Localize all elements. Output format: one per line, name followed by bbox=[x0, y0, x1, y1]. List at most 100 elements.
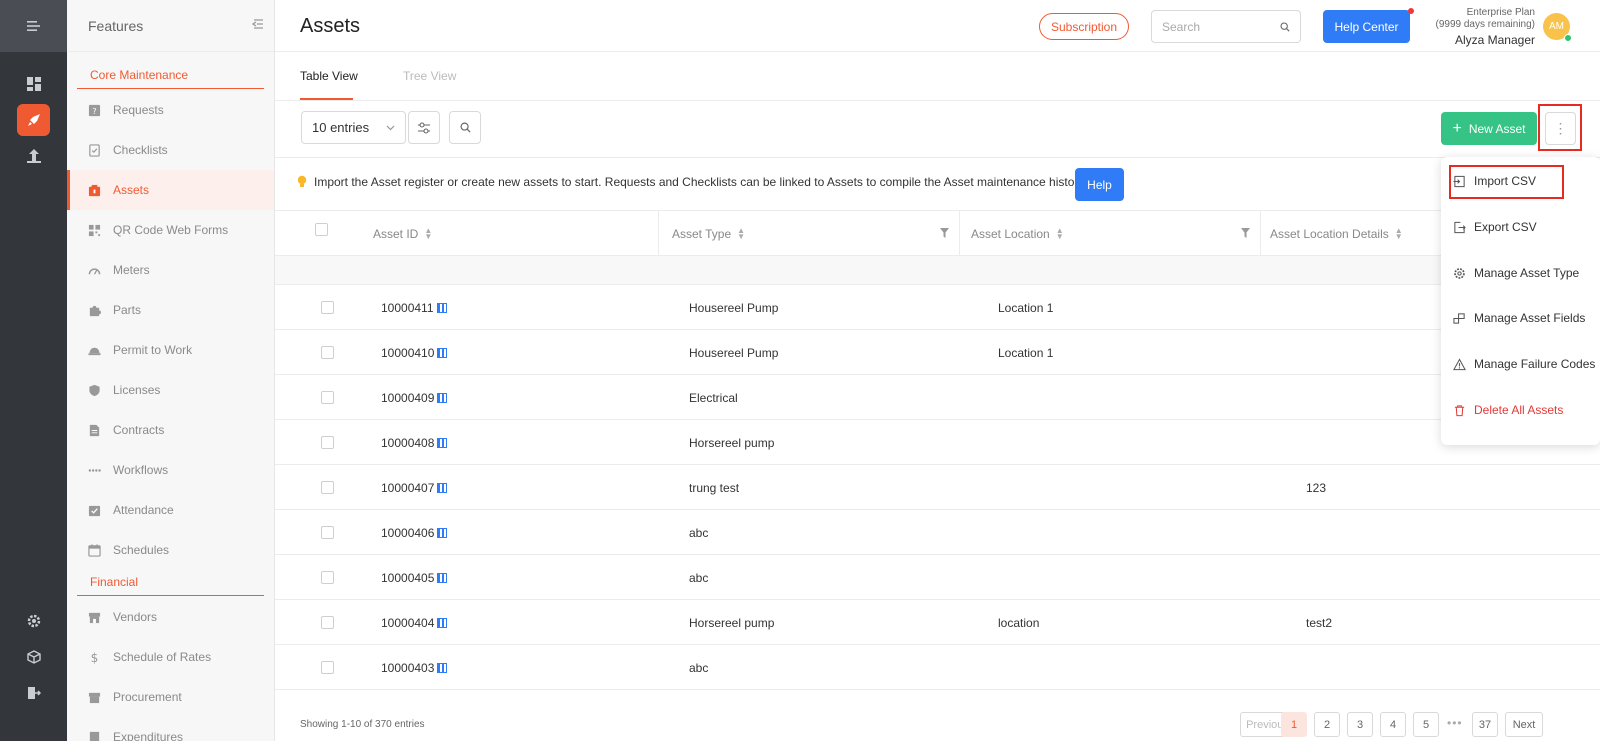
qr-code-icon[interactable] bbox=[437, 348, 448, 358]
qr-code-icon[interactable] bbox=[436, 303, 447, 313]
features-button[interactable] bbox=[17, 104, 50, 136]
table-row[interactable]: 10000406 abc bbox=[275, 510, 1600, 555]
sidebar-item-label: Requests bbox=[113, 103, 164, 117]
asset-id: 10000404 bbox=[381, 616, 435, 630]
sidebar-item-parts[interactable]: Parts bbox=[67, 290, 274, 330]
asset-id-cell[interactable]: 10000406 bbox=[381, 526, 448, 540]
subscription-button[interactable]: Subscription bbox=[1039, 13, 1129, 40]
asset-id-cell[interactable]: 10000407 bbox=[381, 481, 448, 495]
menu-item-delete-all-assets[interactable]: Delete All Assets bbox=[1441, 395, 1600, 425]
sidebar-item-expenditures[interactable]: Expenditures bbox=[67, 717, 274, 741]
search-box[interactable] bbox=[1151, 10, 1301, 43]
sort-icon[interactable]: ▲ ▼ bbox=[1056, 227, 1064, 241]
logout-button[interactable] bbox=[17, 677, 50, 709]
menu-item-manage-asset-type[interactable]: Manage Asset Type bbox=[1441, 258, 1600, 288]
tab-table-view[interactable]: Table View bbox=[300, 69, 358, 83]
user-name[interactable]: Alyza Manager bbox=[1415, 33, 1535, 47]
tab-tree-view[interactable]: Tree View bbox=[403, 69, 456, 83]
asset-id-cell[interactable]: 10000409 bbox=[381, 391, 448, 405]
sidebar-item-schedules[interactable]: Schedules bbox=[67, 530, 274, 570]
asset-id-cell[interactable]: 10000411 bbox=[381, 301, 447, 315]
qr-code-icon[interactable] bbox=[437, 528, 448, 538]
next-page-button[interactable]: Next bbox=[1505, 712, 1543, 737]
checklist-icon bbox=[88, 143, 100, 157]
menu-item-manage-failure-codes[interactable]: Manage Failure Codes bbox=[1441, 349, 1600, 379]
asset-id-cell[interactable]: 10000403 bbox=[381, 661, 448, 675]
help-center-button[interactable]: Help Center bbox=[1323, 10, 1410, 43]
sidebar-item-attendance[interactable]: Attendance bbox=[67, 490, 274, 530]
table-row[interactable]: 10000411 Housereel Pump Location 1 bbox=[275, 285, 1600, 330]
filter-settings-button[interactable] bbox=[408, 111, 440, 144]
row-checkbox[interactable] bbox=[321, 571, 334, 584]
col-asset-type[interactable]: Asset Type ▲ ▼ bbox=[672, 227, 745, 242]
sidebar-item-assets[interactable]: Assets bbox=[67, 170, 274, 210]
filter-icon[interactable] bbox=[940, 228, 949, 238]
asset-id-cell[interactable]: 10000405 bbox=[381, 571, 448, 585]
page-button[interactable]: 1 bbox=[1281, 712, 1307, 737]
row-checkbox[interactable] bbox=[321, 526, 334, 539]
page-button-last[interactable]: 37 bbox=[1472, 712, 1498, 737]
sort-icon[interactable]: ▲ ▼ bbox=[424, 227, 432, 241]
qr-code-icon[interactable] bbox=[437, 663, 448, 673]
row-checkbox[interactable] bbox=[321, 346, 334, 359]
col-asset-location[interactable]: Asset Location ▲ ▼ bbox=[971, 227, 1064, 242]
qr-code-icon[interactable] bbox=[437, 573, 448, 583]
search-icon[interactable] bbox=[1280, 21, 1290, 33]
table-row[interactable]: 10000410 Housereel Pump Location 1 bbox=[275, 330, 1600, 375]
sort-icon[interactable]: ▲ ▼ bbox=[1395, 227, 1403, 241]
qr-code-icon[interactable] bbox=[437, 438, 448, 448]
menu-item-manage-asset-fields[interactable]: Manage Asset Fields bbox=[1441, 303, 1600, 333]
table-row[interactable]: 10000404 Horsereel pump location test2 bbox=[275, 600, 1600, 645]
table-row[interactable]: 10000405 abc bbox=[275, 555, 1600, 600]
sort-icon[interactable]: ▲ ▼ bbox=[737, 227, 745, 241]
row-checkbox[interactable] bbox=[321, 436, 334, 449]
asset-id-cell[interactable]: 10000404 bbox=[381, 616, 448, 630]
table-row[interactable]: 10000409 Electrical bbox=[275, 375, 1600, 420]
sidebar-item-contracts[interactable]: Contracts bbox=[67, 410, 274, 450]
sidebar-item-procurement[interactable]: Procurement bbox=[67, 677, 274, 717]
modules-button[interactable] bbox=[17, 641, 50, 673]
page-button[interactable]: 4 bbox=[1380, 712, 1406, 737]
row-checkbox[interactable] bbox=[321, 391, 334, 404]
settings-button[interactable] bbox=[17, 605, 50, 637]
col-asset-id[interactable]: Asset ID ▲ ▼ bbox=[373, 227, 432, 242]
dashboard-button[interactable] bbox=[17, 68, 50, 100]
asset-id-cell[interactable]: 10000408 bbox=[381, 436, 448, 450]
banner-help-button[interactable]: Help bbox=[1075, 168, 1124, 201]
sidebar-item-qr-code-web-forms[interactable]: QR Code Web Forms bbox=[67, 210, 274, 250]
sidebar-item-licenses[interactable]: Licenses bbox=[67, 370, 274, 410]
page-button[interactable]: 3 bbox=[1347, 712, 1373, 737]
qr-code-icon[interactable] bbox=[437, 618, 448, 628]
menu-item-export-csv[interactable]: Export CSV bbox=[1441, 212, 1600, 242]
entries-select[interactable]: 10 entries bbox=[301, 111, 406, 144]
table-search-button[interactable] bbox=[449, 111, 481, 144]
filter-icon[interactable] bbox=[1241, 228, 1250, 238]
qr-code-icon[interactable] bbox=[437, 483, 448, 493]
sidebar-item-permit-to-work[interactable]: Permit to Work bbox=[67, 330, 274, 370]
sidebar-item-workflows[interactable]: Workflows bbox=[67, 450, 274, 490]
sidebar-item-vendors[interactable]: Vendors bbox=[67, 597, 274, 637]
menu-toggle-button[interactable] bbox=[0, 0, 67, 52]
row-checkbox[interactable] bbox=[321, 661, 334, 674]
page-button[interactable]: 2 bbox=[1314, 712, 1340, 737]
table-row[interactable]: 10000407 trung test 123 bbox=[275, 465, 1600, 510]
table-row[interactable]: 10000408 Horsereel pump bbox=[275, 420, 1600, 465]
search-input[interactable] bbox=[1162, 19, 1272, 34]
qr-code-icon[interactable] bbox=[437, 393, 448, 403]
new-asset-button[interactable]: + New Asset bbox=[1441, 112, 1537, 145]
sidebar-item-checklists[interactable]: Checklists bbox=[67, 130, 274, 170]
table-row[interactable]: 10000403 abc bbox=[275, 645, 1600, 690]
sidebar-item-meters[interactable]: Meters bbox=[67, 250, 274, 290]
row-checkbox[interactable] bbox=[321, 481, 334, 494]
row-checkbox[interactable] bbox=[321, 301, 334, 314]
row-checkbox[interactable] bbox=[321, 616, 334, 629]
collapse-sidebar-icon[interactable] bbox=[251, 18, 264, 33]
asset-id-cell[interactable]: 10000410 bbox=[381, 346, 448, 360]
reports-button[interactable] bbox=[17, 140, 50, 172]
page-button[interactable]: 5 bbox=[1413, 712, 1439, 737]
menu-item-import-csv[interactable]: Import CSV bbox=[1441, 166, 1600, 196]
sidebar-item-schedule-of-rates[interactable]: $ Schedule of Rates bbox=[67, 637, 274, 677]
col-asset-location-details[interactable]: Asset Location Details ▲ ▼ bbox=[1270, 227, 1403, 242]
select-all-checkbox[interactable] bbox=[315, 223, 328, 236]
sidebar-item-requests[interactable]: ? Requests bbox=[67, 90, 274, 130]
